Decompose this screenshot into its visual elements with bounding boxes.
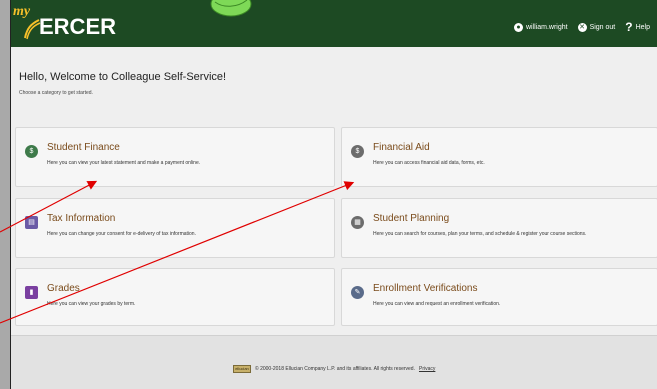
- help-icon: ?: [625, 20, 633, 34]
- user-menu[interactable]: ● william.wright: [513, 22, 568, 32]
- username-label: william.wright: [525, 23, 568, 31]
- signout-icon: ✕: [577, 22, 587, 32]
- page-subtitle: Choose a category to get started.: [19, 90, 93, 96]
- card-student-planning[interactable]: ▦ Student Planning Here you can search f…: [341, 198, 657, 258]
- user-icon: ●: [513, 22, 523, 32]
- card-title: Enrollment Verifications: [373, 283, 478, 294]
- card-enrollment-verifications[interactable]: ✎ Enrollment Verifications Here you can …: [341, 268, 657, 326]
- copyright-text: © 2000-2018 Ellucian Company L.P. and it…: [255, 366, 415, 372]
- card-title: Student Planning: [373, 213, 450, 224]
- privacy-link[interactable]: Privacy: [419, 366, 435, 372]
- card-desc: Here you can change your consent for e-d…: [47, 231, 196, 237]
- money-icon: $: [351, 145, 364, 158]
- card-grades[interactable]: ▮ Grades Here you can view your grades b…: [15, 268, 335, 326]
- card-title: Grades: [47, 283, 80, 294]
- card-title: Tax Information: [47, 213, 116, 224]
- help-label: Help: [635, 23, 650, 31]
- logo-word: ERCER: [39, 14, 117, 39]
- app-frame: ● william.wright ✕ Sign out ? Help my ER…: [10, 0, 657, 389]
- card-title: Financial Aid: [373, 142, 430, 153]
- card-desc: Here you can view your latest statement …: [47, 160, 201, 166]
- header-actions: ● william.wright ✕ Sign out ? Help: [513, 7, 650, 47]
- card-title: Student Finance: [47, 142, 120, 153]
- card-desc: Here you can search for courses, plan yo…: [373, 231, 587, 237]
- card-desc: Here you can view your grades by term.: [47, 301, 136, 307]
- card-desc: Here you can access financial aid data, …: [373, 160, 485, 166]
- dollar-icon: $: [25, 145, 38, 158]
- page-title: Hello, Welcome to Colleague Self-Service…: [19, 71, 227, 83]
- leaf-decoration-icon: [210, 0, 252, 17]
- footer: ellucian © 2000-2018 Ellucian Company L.…: [11, 335, 657, 389]
- footer-text: ellucian © 2000-2018 Ellucian Company L.…: [233, 365, 435, 373]
- card-tax-information[interactable]: ▤ Tax Information Here you can change yo…: [15, 198, 335, 258]
- ellucian-logo-icon: ellucian: [233, 365, 251, 373]
- card-student-finance[interactable]: $ Student Finance Here you can view your…: [15, 127, 335, 187]
- signout-button[interactable]: ✕ Sign out: [577, 22, 616, 32]
- mercer-logo[interactable]: my ERCER: [13, 0, 123, 52]
- signout-label: Sign out: [589, 23, 616, 31]
- tax-doc-icon: ▤: [25, 216, 38, 229]
- planning-icon: ▦: [351, 216, 364, 229]
- grades-icon: ▮: [25, 286, 38, 299]
- card-financial-aid[interactable]: $ Financial Aid Here you can access fina…: [341, 127, 657, 187]
- verification-icon: ✎: [351, 286, 364, 299]
- card-desc: Here you can view and request an enrollm…: [373, 301, 501, 307]
- help-button[interactable]: ? Help: [625, 20, 650, 34]
